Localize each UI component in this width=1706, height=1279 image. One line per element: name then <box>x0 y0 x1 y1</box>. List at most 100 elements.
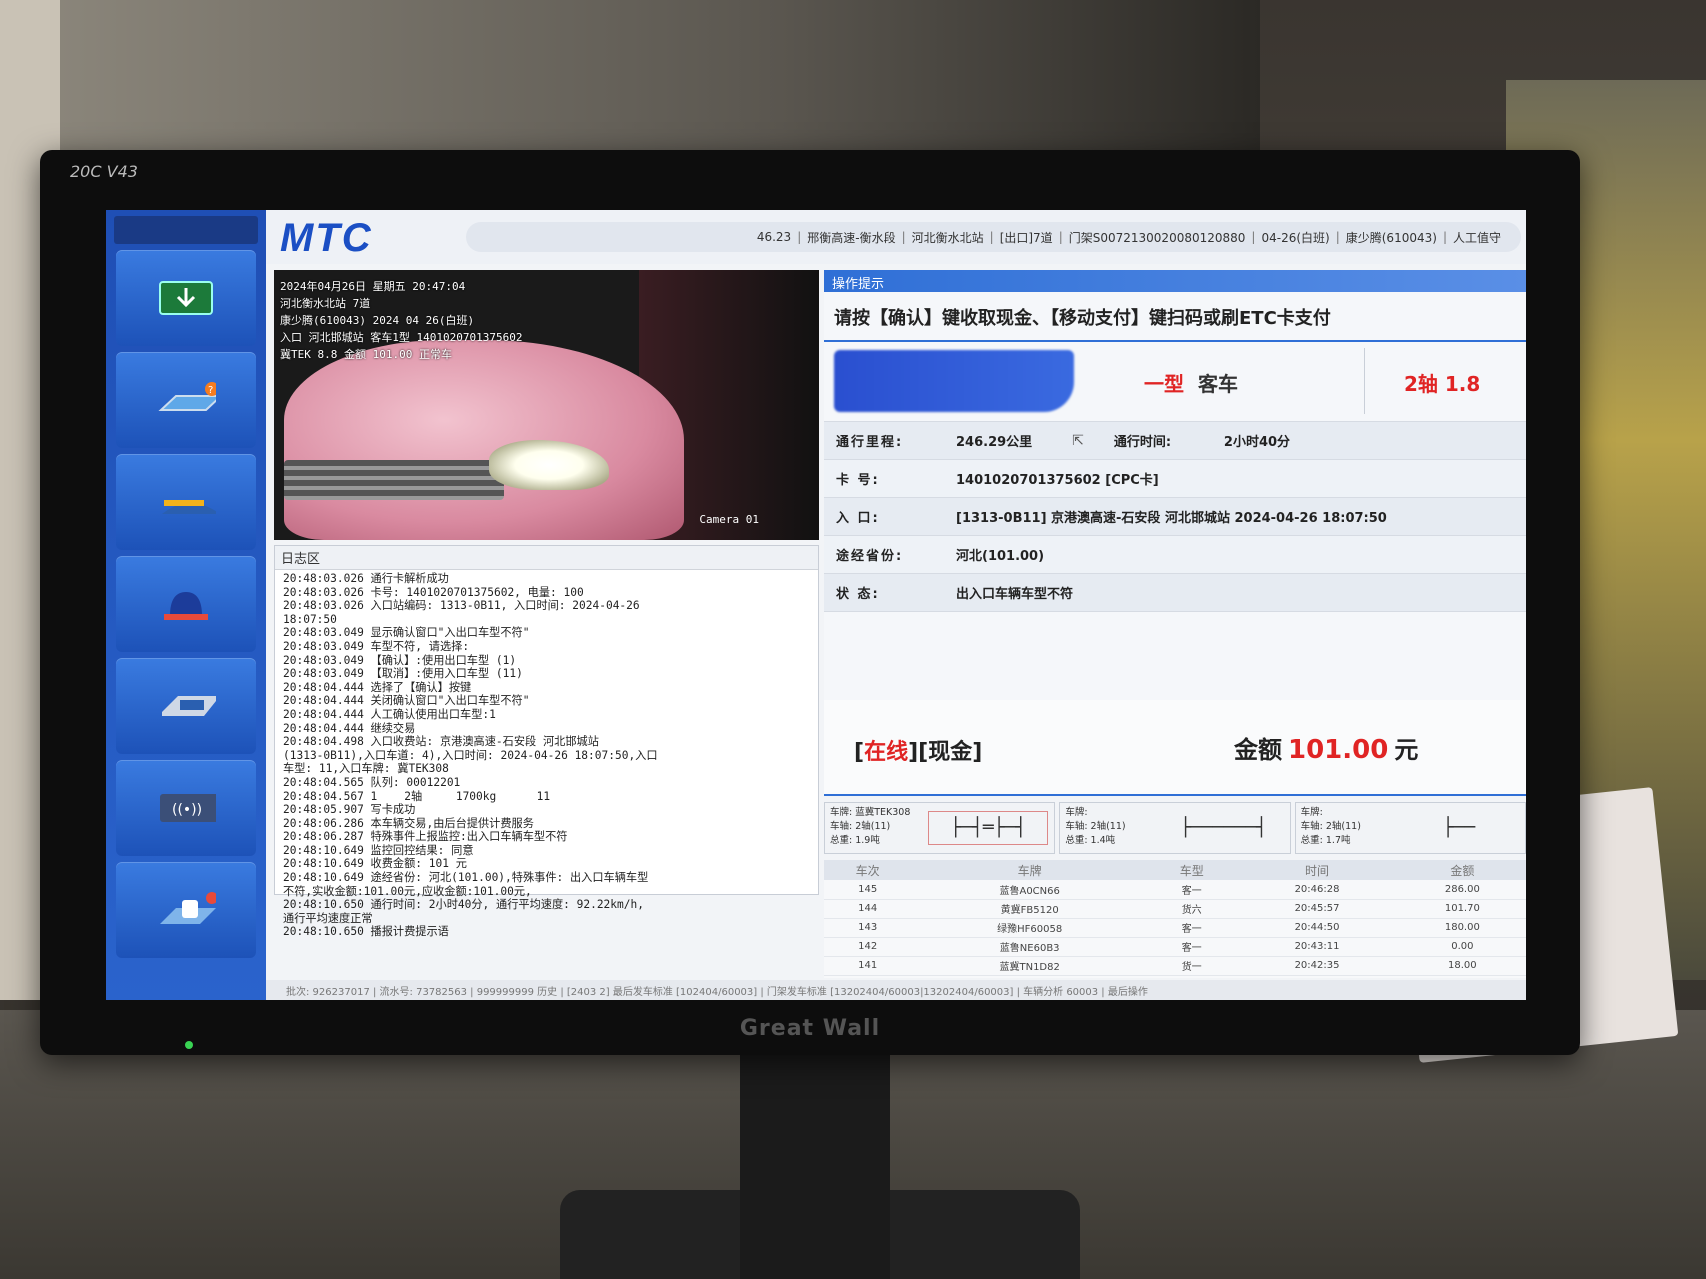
sidebar: ? ((•)) <box>106 210 266 1000</box>
log-title: 日志区 <box>275 546 818 570</box>
log-line: 20:48:03.049 【取消】:使用入口车型 (11) <box>283 667 523 681</box>
sidebar-header <box>114 216 258 244</box>
history-header: 金额 <box>1398 860 1526 880</box>
table-row[interactable]: 144 黄冀FB5120 货六 20:45:57 101.70 <box>824 899 1526 919</box>
log-line: 20:48:04.565 队列: 00012201 <box>283 775 461 789</box>
log-line: 20:48:10.649 监控回控结果: 同意 <box>283 843 474 857</box>
travel-time-value: 2小时40分 <box>1223 435 1291 450</box>
table-cell: 20:45:57 <box>1235 899 1399 919</box>
table-cell: 0.00 <box>1398 937 1526 957</box>
log-line: 20:48:10.650 通行时间: 2小时40分, 通行平均速度: 92.22… <box>283 898 644 912</box>
vehicle-type: 一型 客车 <box>1144 368 1238 397</box>
sidebar-button-card-reader[interactable] <box>116 658 256 754</box>
log-line: 20:48:04.444 选择了【确认】按键 <box>283 680 472 694</box>
table-row[interactable]: 141 蓝冀TN1D82 货一 20:42:35 18.00 <box>824 956 1526 976</box>
vehicle-row: 一型 客车 2轴 1.8 <box>824 342 1526 422</box>
table-cell: 蓝冀TN1D82 <box>911 956 1149 976</box>
status-gantry: 门架S0072130020080120880 <box>1068 230 1246 245</box>
card-question-icon: ? <box>156 380 216 420</box>
table-row[interactable]: 143 绿豫HF60058 客一 20:44:50 180.00 <box>824 918 1526 938</box>
log-line: 不符,实收金额:101.00元,应收金额:101.00元, <box>283 884 532 898</box>
log-line: 20:48:10.649 途经省份: 河北(101.00),特殊事件: 出入口车… <box>283 871 649 885</box>
axle-card[interactable]: 车牌: 蓝冀TEK308 车轴: 2轴(11) 总重: 1.9吨 ├─┤═├─┤ <box>824 802 1056 854</box>
card-reader-icon <box>156 686 216 726</box>
log-line: 20:48:03.026 卡号: 1401020701375602, 电量: 1… <box>283 585 584 599</box>
svg-text:?: ? <box>208 385 213 396</box>
status-operator: 康少腾(610043) <box>1345 230 1437 245</box>
history-header: 车牌 <box>911 860 1149 880</box>
log-line: 20:48:04.498 入口收费站: 京港澳高速-石安段 河北邯城站 <box>283 735 599 749</box>
history-header: 车次 <box>824 860 912 880</box>
sidebar-button-wireless-pay[interactable]: ((•)) <box>116 760 256 856</box>
mouse-cursor-icon: ⇱ <box>1072 432 1084 449</box>
header-bar: MTC 46.23 | 邢衡高速-衡水段 | 河北衡水北站 | [出口]7道 | 门架S… <box>266 210 1526 264</box>
log-line: 车型: 11,入口车牌: 冀TEK308 <box>283 762 449 776</box>
province-value: 河北(101.00) <box>956 549 1045 564</box>
log-line: 20:48:05.907 写卡成功 <box>283 803 416 817</box>
mileage-row: 通行里程: 246.29公里 ⇱ 通行时间: 2小时40分 <box>824 422 1526 460</box>
status-road: 邢衡高速-衡水段 <box>807 230 896 245</box>
history-header: 时间 <box>1235 860 1399 880</box>
footer-status: 批次: 926237017 | 流水号: 73782563 | 99999999… <box>266 980 1526 1000</box>
power-led <box>185 1041 193 1049</box>
log-line: 18:07:50 <box>283 612 337 626</box>
status-version: 46.23 <box>756 230 792 244</box>
entry-row: 入 口: [1313-0B11] 京港澳高速-石安段 河北邯城站 2024-04… <box>824 498 1526 536</box>
log-line: 20:48:03.049 显示确认窗口"入出口车型不符" <box>283 626 530 640</box>
mtc-logo: MTC <box>280 216 373 260</box>
log-line: 通行平均速度正常 <box>283 911 373 925</box>
table-cell: 客一 <box>1148 937 1236 957</box>
payment-mode: [在线][现金] <box>854 740 983 765</box>
table-row[interactable]: 142 蓝鲁NE60B3 客一 20:43:11 0.00 <box>824 937 1526 957</box>
log-line: 20:48:03.026 通行卡解析成功 <box>283 572 449 585</box>
mileage-value: 246.29公里 <box>956 435 1033 450</box>
table-cell: 货一 <box>1148 956 1236 976</box>
log-line: 20:48:04.444 关闭确认窗口"入出口车型不符" <box>283 694 530 708</box>
table-cell: 101.70 <box>1398 899 1526 919</box>
toll-barrier-icon <box>156 482 216 522</box>
sidebar-button-alarm[interactable] <box>116 556 256 652</box>
cash-mode: 现金 <box>928 740 973 765</box>
background-ceiling <box>60 0 1260 150</box>
operation-panel: 操作提示 请按【确认】键收取现金、【移动支付】键扫码或刷ETC卡支付 一型 客车 … <box>824 270 1526 700</box>
car-image <box>284 340 684 540</box>
sidebar-button-vehicle-queue[interactable] <box>116 862 256 958</box>
log-line: 20:48:03.026 入口站编码: 1313-0B11, 入口时间: 202… <box>283 599 640 613</box>
card-number-value: 1401020701375602 [CPC卡] <box>956 473 1159 488</box>
monitor-stand <box>740 1040 890 1279</box>
sidebar-button-card-query[interactable]: ? <box>116 352 256 448</box>
wireless-pay-icon: ((•)) <box>156 788 216 828</box>
status-mode: 人工值守 <box>1452 230 1501 245</box>
monitor-brand: Great Wall <box>739 1016 881 1041</box>
license-plate-blurred <box>834 350 1074 412</box>
status-strip: 46.23 | 邢衡高速-衡水段 | 河北衡水北站 | [出口]7道 | 门架S0072… <box>466 222 1521 252</box>
camera-label: Camera 01 <box>699 513 759 526</box>
camera-overlay: 2024年04月26日 星期五 20:47:04 河北衡水北站 7道 康少腾(6… <box>280 280 523 361</box>
table-cell: 144 <box>824 899 912 919</box>
log-line: 20:48:04.444 人工确认使用出口车型:1 <box>283 707 496 721</box>
table-cell: 客一 <box>1148 918 1236 938</box>
log-line: 20:48:10.650 播报计费提示语 <box>283 925 449 939</box>
sidebar-button-download[interactable] <box>116 250 256 346</box>
payment-row: [在线][现金] 金额 101.00 元 <box>824 700 1526 796</box>
camera-view: 2024年04月26日 星期五 20:47:04 河北衡水北站 7道 康少腾(6… <box>274 270 819 540</box>
table-cell: 蓝鲁NE60B3 <box>911 937 1149 957</box>
log-lines: 20:48:03.026 通行卡解析成功 20:48:03.026 卡号: 140… <box>275 570 818 941</box>
table-row[interactable]: 145 蓝鲁A0CN66 客一 20:46:28 286.00 <box>824 880 1526 900</box>
card-row: 卡 号: 1401020701375602 [CPC卡] <box>824 460 1526 498</box>
table-cell: 142 <box>824 937 912 957</box>
entry-value: [1313-0B11] 京港澳高速-石安段 河北邯城站 2024-04-26 1… <box>956 511 1387 526</box>
table-cell: 20:44:50 <box>1235 918 1399 938</box>
table-cell: 286.00 <box>1398 880 1526 900</box>
axle-info: 2轴 1.8 <box>1404 372 1481 396</box>
amount-display: 金额 101.00 元 <box>1234 735 1419 765</box>
table-cell: 客一 <box>1148 880 1236 900</box>
vehicle-class: 一型 <box>1144 372 1184 396</box>
axle-card[interactable]: 车牌: 车轴: 2轴(11) 总重: 1.7吨 ├── <box>1294 802 1526 854</box>
status-shift: 04-26(白班) <box>1261 230 1330 245</box>
table-cell: 绿豫HF60058 <box>911 918 1149 938</box>
sidebar-button-barrier[interactable] <box>116 454 256 550</box>
axle-card[interactable]: 车牌: 车轴: 2轴(11) 总重: 1.4吨 ├──────┤ <box>1059 802 1291 854</box>
log-area[interactable]: 日志区 20:48:03.026 通行卡解析成功 20:48:03.026 卡号:… <box>274 545 819 938</box>
log-line: 20:48:04.444 继续交易 <box>283 721 416 735</box>
